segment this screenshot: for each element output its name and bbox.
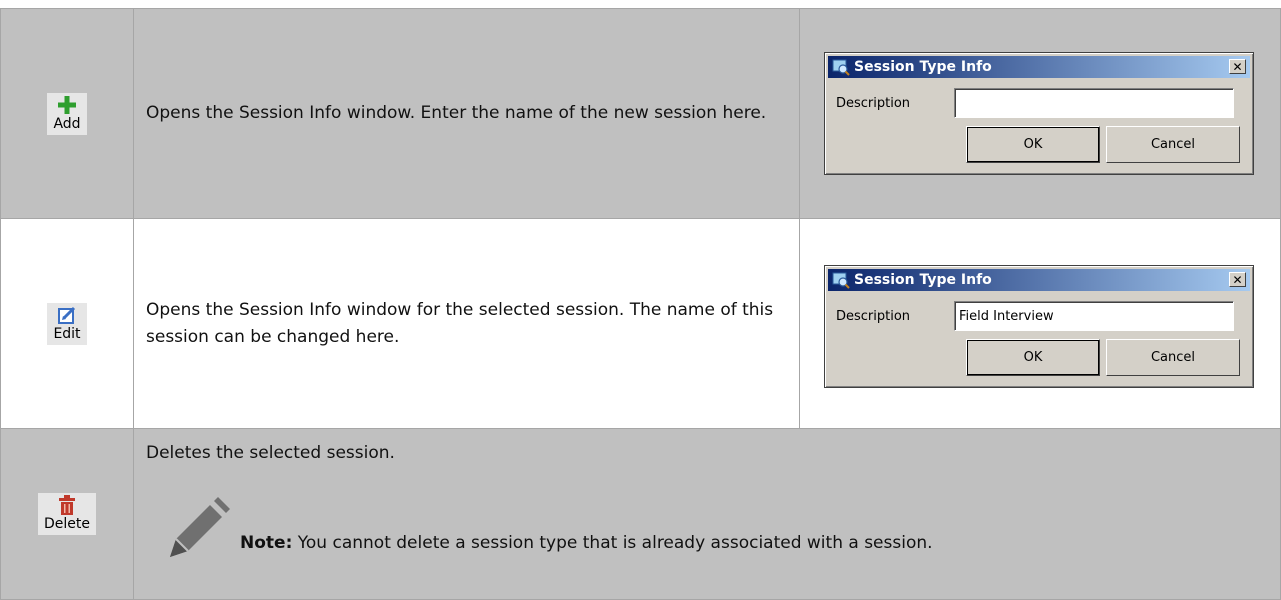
dialog-titlebar: Session Type Info ✕ [828, 56, 1250, 78]
dialog-button-row: OK Cancel [836, 126, 1242, 163]
description-cell: Deletes the selected session. Note: You … [133, 428, 1281, 600]
screenshot-cell: Session Type Info ✕ Description OK Cance… [799, 218, 1281, 429]
reference-table: Add Opens the Session Info window. Enter… [0, 8, 1281, 600]
close-icon[interactable]: ✕ [1229, 272, 1246, 287]
pencil-note-icon [170, 497, 230, 557]
trash-icon [59, 495, 75, 515]
icon-cell: Edit [0, 218, 134, 429]
description-field-row: Description [836, 301, 1242, 331]
ok-button[interactable]: OK [966, 126, 1100, 163]
description-input[interactable] [954, 301, 1234, 331]
description-cell: Opens the Session Info window for the se… [133, 218, 800, 429]
table-row-delete: Delete Deletes the selected session. Not… [0, 428, 1281, 600]
add-description: Opens the Session Info window. Enter the… [146, 103, 767, 123]
plus-icon [58, 95, 76, 114]
add-button-label: Add [53, 115, 81, 132]
session-window-icon [832, 59, 850, 76]
dialog-body: Description OK Cancel [828, 291, 1250, 384]
ok-button[interactable]: OK [966, 339, 1100, 376]
close-icon[interactable]: ✕ [1229, 59, 1246, 74]
session-type-info-dialog: Session Type Info ✕ Description OK Cance… [824, 52, 1254, 175]
session-window-icon [832, 272, 850, 289]
dialog-button-row: OK Cancel [836, 339, 1242, 376]
description-input[interactable] [954, 88, 1234, 118]
description-field-row: Description [836, 88, 1242, 118]
cancel-button[interactable]: Cancel [1106, 126, 1240, 163]
icon-cell: Delete [0, 428, 134, 600]
screenshot-cell: Session Type Info ✕ Description OK Cance… [799, 8, 1281, 219]
add-button[interactable]: Add [47, 92, 87, 135]
note-callout: Note: You cannot delete a session type t… [162, 495, 933, 565]
table-row-edit: Edit Opens the Session Info window for t… [0, 218, 1281, 429]
description-label: Description [836, 308, 911, 324]
note-label: Note: [240, 533, 293, 553]
edit-description: Opens the Session Info window for the se… [146, 299, 774, 347]
delete-button-label: Delete [44, 516, 90, 532]
cancel-button[interactable]: Cancel [1106, 339, 1240, 376]
dialog-title: Session Type Info [854, 272, 992, 288]
edit-pencil-icon [58, 306, 76, 324]
description-cell: Opens the Session Info window. Enter the… [133, 8, 800, 219]
dialog-titlebar: Session Type Info ✕ [828, 269, 1250, 291]
dialog-body: Description OK Cancel [828, 78, 1250, 171]
description-label: Description [836, 95, 911, 111]
session-type-info-dialog: Session Type Info ✕ Description OK Cance… [824, 265, 1254, 388]
note-text: Note: You cannot delete a session type t… [240, 533, 933, 553]
note-body: You cannot delete a session type that is… [292, 533, 933, 553]
dialog-title: Session Type Info [854, 59, 992, 75]
delete-description: Deletes the selected session. [146, 443, 395, 463]
icon-cell: Add [0, 8, 134, 219]
edit-button[interactable]: Edit [47, 302, 87, 345]
delete-button[interactable]: Delete [38, 493, 96, 535]
table-row-add: Add Opens the Session Info window. Enter… [0, 8, 1281, 219]
edit-button-label: Edit [53, 325, 81, 342]
